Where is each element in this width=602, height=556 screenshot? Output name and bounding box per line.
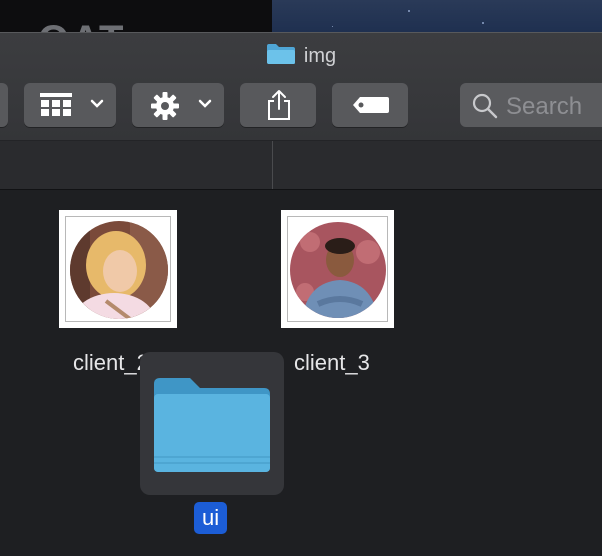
selected-folder-highlight[interactable] [140,352,284,495]
tag-button[interactable] [332,83,408,127]
search-placeholder: Search [506,93,583,120]
folder-name-ui[interactable]: ui [194,502,228,534]
star-dot [408,10,410,12]
icon-grid-view-icon [40,93,72,116]
thumbnail-frame [65,216,171,322]
window-toolbar: img Search [0,32,602,141]
path-bar [0,140,602,190]
column-divider[interactable] [272,141,273,189]
search-icon [472,93,498,119]
file-thumbnail-client-3[interactable] [281,210,394,328]
avatar-client-3 [290,222,386,318]
star-dot [482,22,484,24]
back-button[interactable] [0,83,8,127]
file-name-client-3[interactable]: client_3 [294,350,370,376]
search-field[interactable]: Search [460,83,602,127]
folder-icon [266,43,296,71]
file-name-client-2[interactable]: client_2 [73,350,149,376]
desktop-background-left: OAT [0,0,272,32]
action-button[interactable] [132,83,224,127]
chevron-down-icon [90,99,104,108]
tag-icon [353,97,389,113]
desktop-background-right [272,0,602,32]
file-thumbnail-client-2[interactable] [59,210,177,328]
star-dot [332,26,333,27]
share-button[interactable] [240,83,316,127]
folder-icon [154,378,270,472]
desktop-background-text: OAT [38,18,125,32]
chevron-down-icon [198,99,212,108]
thumbnail-frame [287,216,388,322]
view-mode-button[interactable] [24,83,116,127]
window-title: img [0,43,602,71]
avatar-client-2 [70,221,168,319]
window-title-text: img [303,45,337,67]
gear-icon [151,92,179,120]
share-icon [268,90,290,120]
